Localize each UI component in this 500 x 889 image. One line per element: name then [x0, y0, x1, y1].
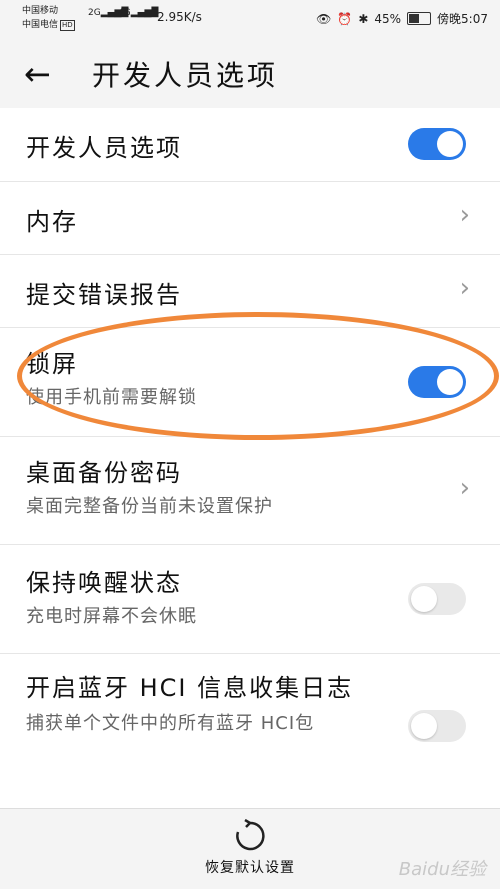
status-bar: 中国移动 中国电信 HD 2G▂▄▆█ 4G▂▄▆█ 2.95K/s 👁 ⏰ ✱ … — [0, 0, 500, 40]
carrier-info: 中国移动 中国电信 HD — [22, 4, 75, 32]
battery-percent: 45% — [374, 11, 402, 26]
row-subtitle: 捕获单个文件中的所有蓝牙 HCI包 — [26, 713, 315, 734]
settings-list: 开发人员选项 内存 › 提交错误报告 › 锁屏 使用手机前需要解锁 桌面备份密码… — [0, 108, 500, 808]
row-title: 桌面备份密码 — [26, 459, 182, 487]
row-bug-report[interactable]: 提交错误报告 › — [0, 255, 500, 328]
toggle-knob — [437, 131, 463, 157]
row-subtitle: 使用手机前需要解锁 — [26, 387, 197, 408]
bluetooth-icon: ✱ — [358, 11, 369, 26]
row-lock-screen[interactable]: 锁屏 使用手机前需要解锁 — [0, 328, 500, 437]
row-subtitle: 桌面完整备份当前未设置保护 — [26, 496, 273, 517]
chevron-right-icon: › — [459, 273, 470, 303]
bluetooth-hci-toggle[interactable] — [408, 710, 466, 742]
row-title: 开发人员选项 — [26, 134, 182, 162]
row-memory[interactable]: 内存 › — [0, 182, 500, 255]
back-arrow-icon[interactable]: ← — [24, 58, 54, 90]
signal-4g-icon: 4G▂▄▆█ — [118, 8, 159, 18]
row-title: 锁屏 — [26, 350, 78, 378]
hd-badge: HD — [60, 20, 75, 31]
carrier-1: 中国移动 — [22, 6, 59, 16]
watermark: Baidu经验 — [398, 859, 486, 880]
row-desktop-backup-password[interactable]: 桌面备份密码 桌面完整备份当前未设置保护 › — [0, 437, 500, 545]
row-title: 提交错误报告 — [26, 281, 182, 309]
app-bar: ← 开发人员选项 — [0, 40, 500, 108]
network-speed: 2.95K/s — [157, 10, 202, 24]
toggle-knob — [437, 369, 463, 395]
chevron-right-icon: › — [459, 473, 470, 503]
row-stay-awake[interactable]: 保持唤醒状态 充电时屏幕不会休眠 — [0, 545, 500, 654]
eye-icon: 👁 — [316, 11, 332, 26]
battery-icon — [407, 12, 432, 25]
toggle-knob — [411, 713, 437, 739]
restore-icon[interactable] — [233, 819, 267, 853]
row-title: 保持唤醒状态 — [26, 569, 182, 597]
status-right: 👁 ⏰ ✱ 45% 傍晚5:07 — [316, 10, 488, 27]
clock: 傍晚5:07 — [437, 12, 488, 26]
page-title: 开发人员选项 — [92, 59, 279, 92]
row-bluetooth-hci-log[interactable]: 开启蓝牙 HCI 信息收集日志 捕获单个文件中的所有蓝牙 HCI包 — [0, 654, 500, 814]
toggle-knob — [411, 586, 437, 612]
row-developer-options[interactable]: 开发人员选项 — [0, 108, 500, 182]
alarm-icon: ⏰ — [337, 11, 353, 26]
carrier-2: 中国电信 — [22, 20, 59, 30]
developer-options-toggle[interactable] — [408, 128, 466, 160]
chevron-right-icon: › — [459, 200, 470, 230]
row-title: 内存 — [26, 208, 78, 236]
row-subtitle: 充电时屏幕不会休眠 — [26, 606, 197, 627]
lock-screen-toggle[interactable] — [408, 366, 466, 398]
row-title: 开启蓝牙 HCI 信息收集日志 — [26, 674, 354, 702]
stay-awake-toggle[interactable] — [408, 583, 466, 615]
